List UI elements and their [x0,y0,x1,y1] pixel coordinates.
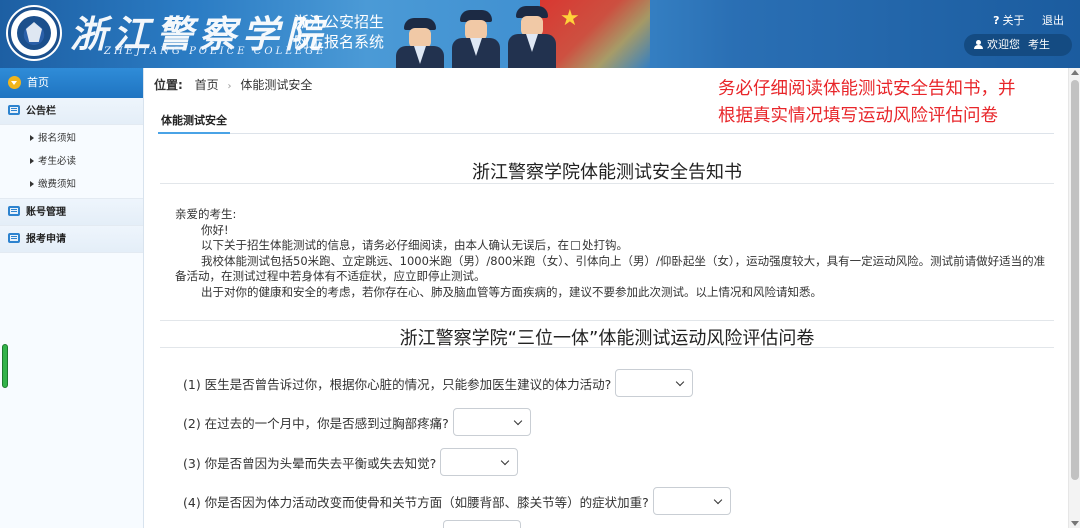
breadcrumb-current: 体能测试安全 [240,78,313,92]
sidebar: 首页 公告栏 报名须知 考生必读 缴费须知 账号管理 报考申请 [0,68,144,528]
sidebar-section-account[interactable]: 账号管理 [0,199,143,226]
app-header: ★ 浙江警察学院 ZHEJIANG POLICE COLLEGE 浙江公安招生 … [0,0,1080,68]
police-officers-image [396,6,568,68]
help-icon: ? [993,14,1000,27]
checkbox-icon [571,241,580,250]
scroll-thumb[interactable] [1071,80,1079,480]
tab-fitness-test-safety[interactable]: 体能测试安全 [158,112,230,134]
safety-notice-body: 亲爱的考生: 你好! 以下关于招生体能测试的信息，请务必仔细阅读，由本人确认无误… [175,207,1046,299]
tab-bar: 体能测试安全 [158,112,1054,134]
about-link[interactable]: ? 关于 [979,14,1024,27]
scroll-up-icon[interactable] [1071,70,1079,75]
scroll-down-icon[interactable] [1071,521,1079,526]
question-1: (1) 医生是否曾告诉过你，根据你心脏的情况，只能参加医生建议的体力活动? [183,369,694,397]
sidebar-item-payment-notice[interactable]: 缴费须知 [0,173,143,196]
user-icon [974,40,983,49]
answer-select-2[interactable] [452,408,531,436]
chevron-down-icon [513,416,523,426]
breadcrumb-home[interactable]: 首页 [195,78,219,92]
answer-select-1[interactable] [615,369,694,397]
question-4: (4) 你是否因为体力活动改变而使骨和关节方面（如腰背部、膝关节等）的症状加重? [183,487,731,515]
application-icon [8,233,20,243]
safety-notice-title: 浙江警察学院体能测试安全告知书 [160,158,1054,184]
chevron-down-icon [501,456,510,466]
home-icon [8,76,21,89]
question-3: (3) 你是否曾因为头晕而失去平衡或失去知觉? [183,448,519,476]
answer-select-3[interactable] [440,448,519,476]
sidebar-section-application[interactable]: 报考申请 [0,226,143,253]
sidebar-toggle-handle[interactable] [2,344,8,388]
bulletin-icon [8,105,20,115]
logout-link[interactable]: 退出 [1042,14,1064,27]
page-scrollbar[interactable] [1068,68,1080,528]
sidebar-item-candidate-must-read[interactable]: 考生必读 [0,150,143,173]
chevron-down-icon [713,495,723,505]
sidebar-item-home[interactable]: 首页 [0,68,143,98]
sidebar-item-registration-notice[interactable]: 报名须知 [0,127,143,150]
system-title: 浙江公安招生 网上报名系统 [294,13,385,51]
question-2: (2) 在过去的一个月中，你是否感到过胸部疼痛? [183,408,531,436]
user-welcome[interactable]: 欢迎您 考生 [964,34,1072,56]
chevron-down-icon [676,377,685,387]
breadcrumb: 位置: 首页 › 体能测试安全 [154,78,313,92]
college-logo [8,7,60,59]
answer-select-4[interactable] [652,487,731,515]
chevron-right-icon: › [227,81,232,92]
questionnaire-title: 浙江警察学院“三位一体”体能测试运动风险评估问卷 [160,320,1054,349]
user-name: 考生 [1028,38,1050,51]
account-icon [8,206,20,216]
sidebar-section-announcements[interactable]: 公告栏 [0,98,143,125]
top-links: ? 关于 退出 [965,12,1064,28]
answer-select-5[interactable] [443,520,521,528]
